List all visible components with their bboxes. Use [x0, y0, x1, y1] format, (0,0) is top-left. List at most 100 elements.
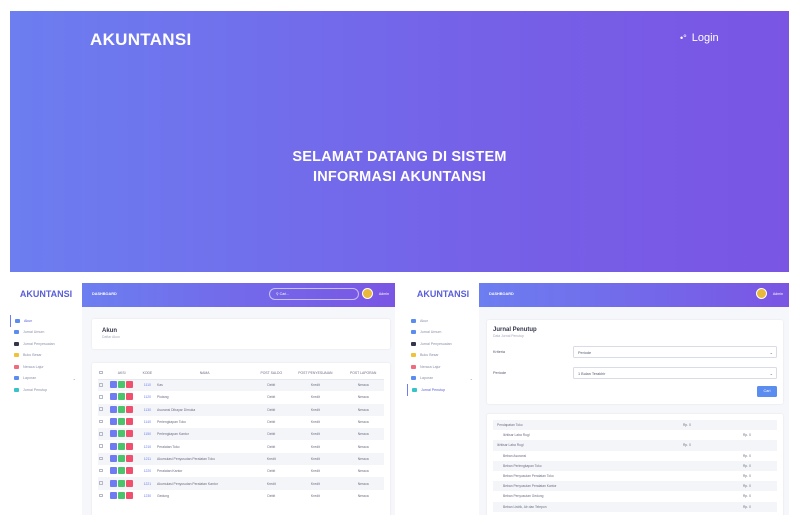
print-button[interactable]: ⎙ [338, 331, 352, 341]
filter-card: Jurnal Penutup Data Jurnal Penutup Krite… [487, 320, 783, 404]
avatar[interactable] [362, 288, 373, 299]
delete-button[interactable] [126, 418, 134, 426]
checkbox-icon [99, 493, 103, 498]
aksi-cell [103, 379, 140, 392]
sidebar-item[interactable]: Jurnal Penyesuaian [10, 338, 82, 350]
edit-button[interactable] [118, 430, 126, 438]
delete-button[interactable] [126, 454, 134, 462]
sidebar-item[interactable]: Akun [10, 315, 82, 327]
delete-button[interactable] [126, 491, 134, 499]
add-button[interactable]: + [374, 331, 388, 341]
export-button[interactable]: ⇲ [356, 331, 370, 341]
hero-banner: AKUNTANSI •° Login SELAMAT DATANG DI SIS… [10, 11, 789, 272]
periode-row: Periode 1 Bulan Terakhir ⌄ [493, 367, 777, 379]
sidebar-item-label: Jurnal Penutup [23, 387, 48, 392]
sidebar-item[interactable]: Jurnal Penyesuaian [407, 338, 479, 350]
kriteria-select[interactable]: Periode ⌄ [573, 346, 777, 358]
view-button[interactable] [110, 430, 118, 438]
sidebar: AKUNTANSI Akun Jurnal Umum Jurnal Penyesua… [407, 283, 479, 515]
kode-cell: 1110 [139, 379, 155, 392]
sidebar-item-label: Buku Besar [420, 353, 439, 358]
nama-cell: Perlengkapan Kantor [154, 428, 255, 441]
page-subtitle: Daftar Akun [102, 335, 120, 339]
saldo-cell: Kredit [254, 452, 289, 466]
column-header: AKSI [103, 367, 140, 380]
sidebar-item[interactable]: Laporan ⌄ [10, 373, 82, 385]
penyesuaian-cell: Kredit [288, 477, 343, 490]
checkbox-icon [99, 444, 103, 448]
sidebar-item[interactable]: Jurnal Penutup [407, 384, 479, 396]
sidebar-item[interactable]: Jurnal Umum [407, 327, 479, 339]
delete-button[interactable] [126, 405, 134, 413]
sidebar-item[interactable]: Buku Besar [407, 350, 479, 362]
checkbox-icon [99, 407, 103, 411]
delete-button[interactable] [126, 381, 134, 389]
akun-screenshot: AKUNTANSI Akun Jurnal Umum Jurnal Penyesua… [10, 283, 395, 515]
sidebar-item[interactable]: Buku Besar [10, 350, 82, 362]
aksi-buttons [110, 418, 134, 426]
periode-select[interactable]: 1 Bulan Terakhir ⌄ [573, 367, 777, 379]
avatar[interactable] [756, 288, 767, 299]
sidebar-item[interactable]: Jurnal Umum [10, 327, 82, 339]
penyesuaian-cell: Kredit [310, 395, 320, 400]
edit-button[interactable] [118, 393, 126, 401]
view-button[interactable] [110, 479, 118, 487]
checkbox-icon [99, 395, 103, 399]
delete-button[interactable] [126, 393, 134, 401]
user-name: Admin [772, 292, 783, 296]
sidebar-item-label: Laporan [23, 376, 37, 381]
edit-button[interactable] [118, 381, 126, 389]
kode-cell: 1210 [143, 444, 152, 449]
login-link[interactable]: •° Login [680, 32, 719, 44]
sidebar-item[interactable]: Laporan ⌄ [407, 373, 479, 385]
chevron-down-icon: ⌄ [769, 350, 773, 355]
view-button[interactable] [110, 418, 118, 426]
sidebar-item[interactable]: Neraca Lajur [10, 361, 82, 373]
laporan-cell: Neraca [357, 469, 369, 474]
view-button[interactable] [110, 393, 118, 401]
sidebar-brand: AKUNTANSI [19, 289, 73, 299]
debit-cell: Rp. 0 [657, 420, 717, 431]
edit-button[interactable] [118, 491, 126, 499]
view-button[interactable] [110, 454, 118, 462]
aksi-cell [103, 477, 140, 490]
login-icon: •° [680, 33, 687, 43]
column-header: KODE [139, 367, 155, 380]
debit-cell [657, 471, 717, 481]
penyesuaian-cell: Kredit [288, 379, 343, 392]
delete-button[interactable] [126, 479, 134, 487]
view-button[interactable] [110, 381, 118, 389]
sidebar-item[interactable]: Jurnal Penutup [10, 384, 82, 396]
edit-button[interactable] [118, 442, 126, 450]
account-name: Beban Perlengkapan Toko [493, 460, 657, 471]
saldo-cell: Debit [267, 469, 276, 474]
jurnal-penutup-screenshot: AKUNTANSI Akun Jurnal Umum Jurnal Penyesua… [407, 283, 789, 515]
view-button[interactable] [110, 442, 118, 450]
sidebar-item-label: Laporan [420, 376, 434, 381]
view-button[interactable] [110, 467, 118, 475]
edit-button[interactable] [118, 479, 126, 487]
edit-button[interactable] [118, 418, 126, 426]
delete-button[interactable] [126, 430, 134, 438]
aksi-buttons [110, 454, 134, 462]
sidebar-item[interactable]: Neraca Lajur [407, 361, 479, 373]
view-button[interactable] [110, 491, 118, 499]
menu-icon [14, 376, 19, 381]
delete-button[interactable] [126, 442, 134, 450]
edit-button[interactable] [118, 467, 126, 475]
sidebar-item-label: Jurnal Umum [23, 330, 45, 335]
sidebar-item-label: Jurnal Umum [420, 330, 442, 335]
topbar-title: DASHBOARD [92, 292, 117, 296]
delete-button[interactable] [126, 467, 134, 475]
delete-button[interactable]: 🗑 [320, 331, 334, 341]
nama-cell: Akumulasi Penyusutan Peralatan Toko [154, 452, 255, 466]
sidebar-item[interactable]: Akun [407, 315, 479, 327]
edit-button[interactable] [118, 454, 126, 462]
aksi-cell [104, 465, 140, 477]
view-button[interactable] [110, 405, 118, 413]
laporan-cell: Neraca [357, 420, 369, 425]
table-row: 1230 Gedung Debit Kredit Neraca [98, 490, 384, 502]
edit-button[interactable] [118, 405, 126, 413]
search-input[interactable]: ⚲ Cari... [269, 288, 359, 300]
cari-button[interactable]: Cari [757, 386, 777, 397]
